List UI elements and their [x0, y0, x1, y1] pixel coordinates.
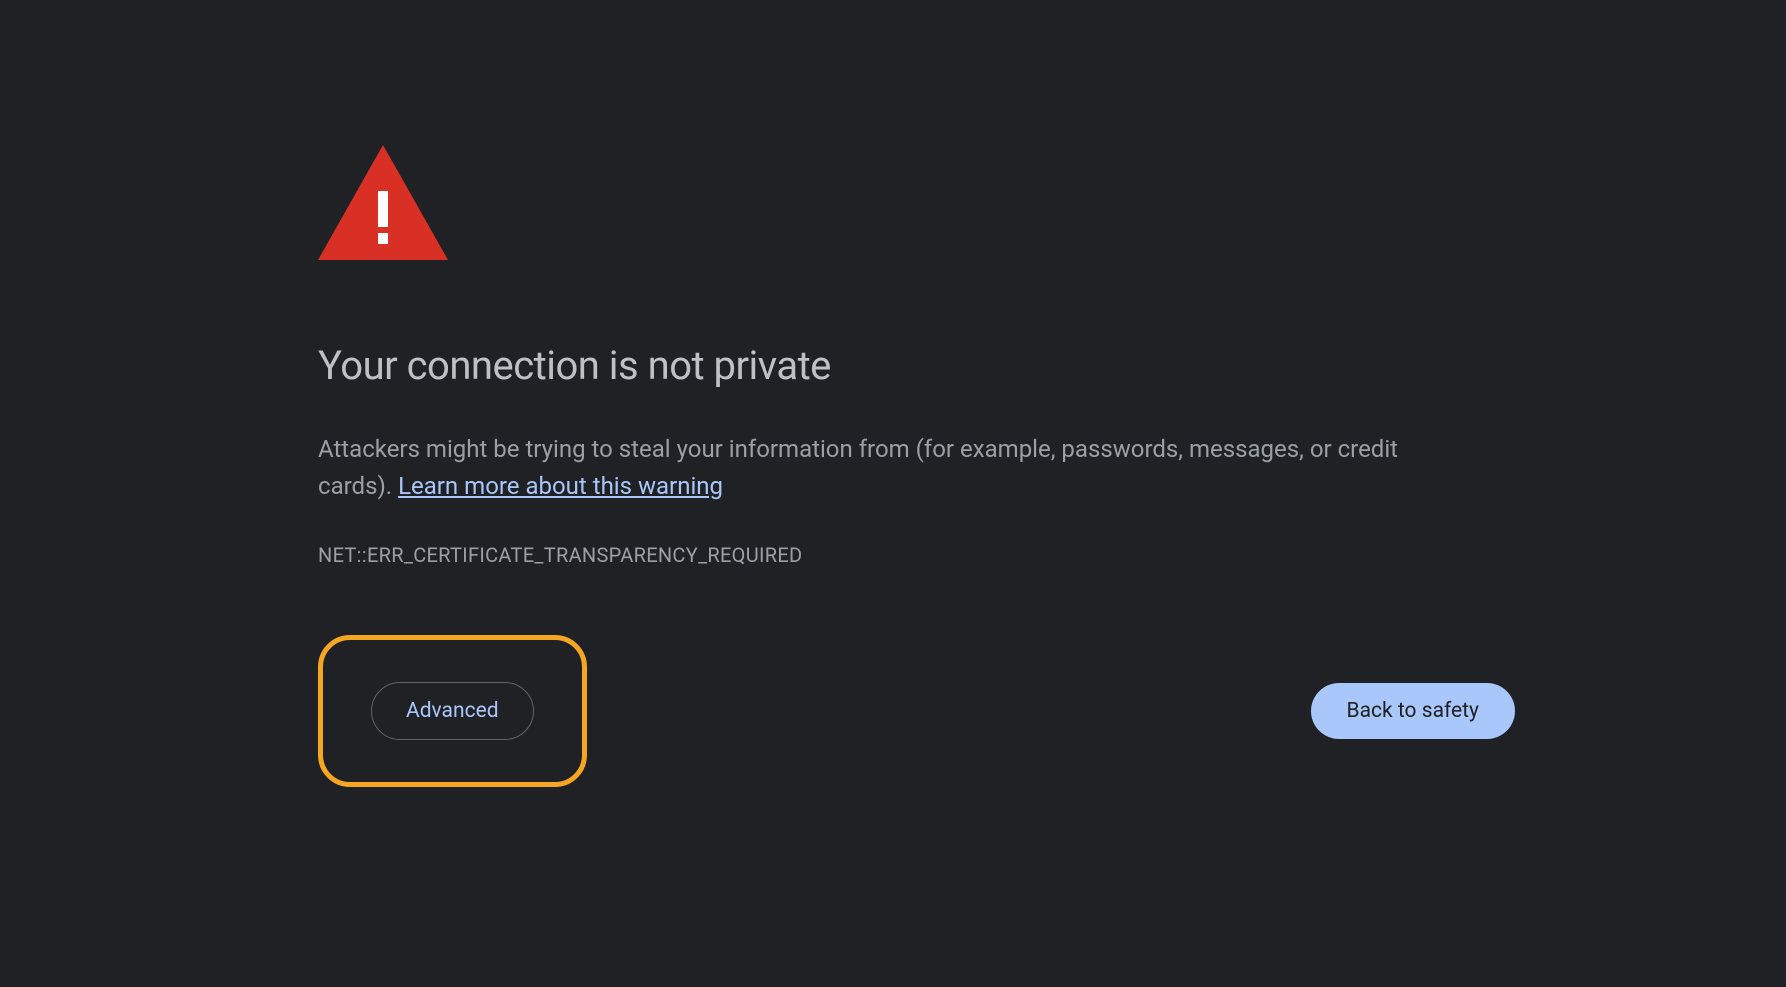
- warning-description: Attackers might be trying to steal your …: [318, 431, 1468, 505]
- advanced-button[interactable]: Advanced: [371, 682, 534, 740]
- learn-more-link[interactable]: Learn more about this warning: [398, 472, 723, 500]
- advanced-highlight-box: Advanced: [318, 635, 587, 787]
- description-text-1: Attackers might be trying to steal your …: [318, 435, 916, 463]
- page-title: Your connection is not private: [318, 342, 1515, 389]
- error-code: NET::ERR_CERTIFICATE_TRANSPARENCY_REQUIR…: [318, 543, 1515, 567]
- back-to-safety-button[interactable]: Back to safety: [1311, 683, 1515, 739]
- button-row: Advanced Back to safety: [318, 635, 1515, 787]
- warning-triangle-icon: [318, 145, 1515, 260]
- ssl-warning-page: Your connection is not private Attackers…: [0, 0, 1515, 787]
